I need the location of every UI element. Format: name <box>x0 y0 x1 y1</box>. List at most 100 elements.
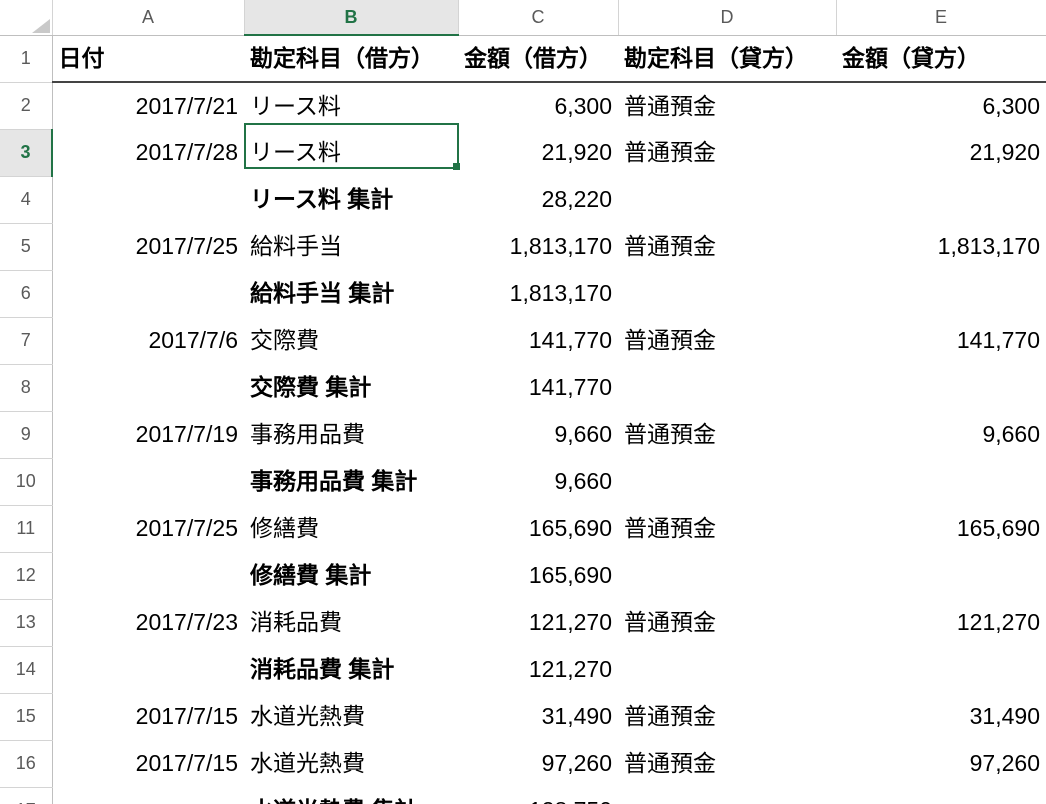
cell-A12[interactable] <box>52 552 244 599</box>
cell-D2[interactable]: 普通預金 <box>618 82 836 129</box>
cell-E2[interactable]: 6,300 <box>836 82 1046 129</box>
col-header-A[interactable]: A <box>52 0 244 35</box>
cell-E1[interactable]: 金額（貸方） <box>836 35 1046 82</box>
cell-B11[interactable]: 修繕費 <box>244 505 458 552</box>
cell-C4[interactable]: 28,220 <box>458 176 618 223</box>
cell-D12[interactable] <box>618 552 836 599</box>
row-header-2[interactable]: 2 <box>0 82 52 129</box>
cell-B6[interactable]: 給料手当 集計 <box>244 270 458 317</box>
cell-A5[interactable]: 2017/7/25 <box>52 223 244 270</box>
cell-E10[interactable] <box>836 458 1046 505</box>
cell-C13[interactable]: 121,270 <box>458 599 618 646</box>
cell-E16[interactable]: 97,260 <box>836 740 1046 787</box>
cell-C12[interactable]: 165,690 <box>458 552 618 599</box>
cell-D11[interactable]: 普通預金 <box>618 505 836 552</box>
cell-E13[interactable]: 121,270 <box>836 599 1046 646</box>
cell-D17[interactable] <box>618 787 836 804</box>
cell-C7[interactable]: 141,770 <box>458 317 618 364</box>
cell-B8[interactable]: 交際費 集計 <box>244 364 458 411</box>
cell-A1[interactable]: 日付 <box>52 35 244 82</box>
cell-A16[interactable]: 2017/7/15 <box>52 740 244 787</box>
cell-B3[interactable]: リース料 <box>244 129 458 176</box>
cell-C17[interactable]: 128,750 <box>458 787 618 804</box>
cell-B7[interactable]: 交際費 <box>244 317 458 364</box>
row-header-11[interactable]: 11 <box>0 505 52 552</box>
cell-A7[interactable]: 2017/7/6 <box>52 317 244 364</box>
cell-E6[interactable] <box>836 270 1046 317</box>
row-header-15[interactable]: 15 <box>0 693 52 740</box>
cell-A15[interactable]: 2017/7/15 <box>52 693 244 740</box>
col-header-E[interactable]: E <box>836 0 1046 35</box>
cell-D1[interactable]: 勘定科目（貸方） <box>618 35 836 82</box>
cell-C10[interactable]: 9,660 <box>458 458 618 505</box>
col-header-C[interactable]: C <box>458 0 618 35</box>
row-header-9[interactable]: 9 <box>0 411 52 458</box>
cell-E4[interactable] <box>836 176 1046 223</box>
cell-E8[interactable] <box>836 364 1046 411</box>
cell-A2[interactable]: 2017/7/21 <box>52 82 244 129</box>
cell-C11[interactable]: 165,690 <box>458 505 618 552</box>
select-all-corner[interactable] <box>0 0 52 35</box>
row-header-13[interactable]: 13 <box>0 599 52 646</box>
cell-C1[interactable]: 金額（借方） <box>458 35 618 82</box>
cell-B12[interactable]: 修繕費 集計 <box>244 552 458 599</box>
cell-D14[interactable] <box>618 646 836 693</box>
row-header-17[interactable]: 17 <box>0 787 52 804</box>
cell-A6[interactable] <box>52 270 244 317</box>
cell-B10[interactable]: 事務用品費 集計 <box>244 458 458 505</box>
cell-D6[interactable] <box>618 270 836 317</box>
row-header-16[interactable]: 16 <box>0 740 52 787</box>
cell-E9[interactable]: 9,660 <box>836 411 1046 458</box>
cell-C3[interactable]: 21,920 <box>458 129 618 176</box>
cell-B5[interactable]: 給料手当 <box>244 223 458 270</box>
row-header-10[interactable]: 10 <box>0 458 52 505</box>
spreadsheet[interactable]: A B C D E 1 日付 勘定科目（借方） 金額（借方） 勘定科目（貸方） … <box>0 0 1046 804</box>
cell-D13[interactable]: 普通預金 <box>618 599 836 646</box>
cell-B17[interactable]: 水道光熱費 集計 <box>244 787 458 804</box>
cell-E11[interactable]: 165,690 <box>836 505 1046 552</box>
cell-B15[interactable]: 水道光熱費 <box>244 693 458 740</box>
cell-B4[interactable]: リース料 集計 <box>244 176 458 223</box>
cell-A10[interactable] <box>52 458 244 505</box>
cell-C6[interactable]: 1,813,170 <box>458 270 618 317</box>
cell-A4[interactable] <box>52 176 244 223</box>
cell-D4[interactable] <box>618 176 836 223</box>
cell-C9[interactable]: 9,660 <box>458 411 618 458</box>
row-header-1[interactable]: 1 <box>0 35 52 82</box>
cell-E7[interactable]: 141,770 <box>836 317 1046 364</box>
cell-C16[interactable]: 97,260 <box>458 740 618 787</box>
row-header-4[interactable]: 4 <box>0 176 52 223</box>
cell-C5[interactable]: 1,813,170 <box>458 223 618 270</box>
row-header-14[interactable]: 14 <box>0 646 52 693</box>
cell-E15[interactable]: 31,490 <box>836 693 1046 740</box>
cell-C8[interactable]: 141,770 <box>458 364 618 411</box>
row-header-8[interactable]: 8 <box>0 364 52 411</box>
col-header-D[interactable]: D <box>618 0 836 35</box>
cell-E5[interactable]: 1,813,170 <box>836 223 1046 270</box>
row-header-3[interactable]: 3 <box>0 129 52 176</box>
row-header-6[interactable]: 6 <box>0 270 52 317</box>
cell-A9[interactable]: 2017/7/19 <box>52 411 244 458</box>
cell-E17[interactable] <box>836 787 1046 804</box>
cell-C2[interactable]: 6,300 <box>458 82 618 129</box>
cell-D5[interactable]: 普通預金 <box>618 223 836 270</box>
cell-A3[interactable]: 2017/7/28 <box>52 129 244 176</box>
cell-A14[interactable] <box>52 646 244 693</box>
cell-B2[interactable]: リース料 <box>244 82 458 129</box>
cell-D7[interactable]: 普通預金 <box>618 317 836 364</box>
cell-D16[interactable]: 普通預金 <box>618 740 836 787</box>
cell-D15[interactable]: 普通預金 <box>618 693 836 740</box>
cell-D9[interactable]: 普通預金 <box>618 411 836 458</box>
cell-E12[interactable] <box>836 552 1046 599</box>
grid-table[interactable]: A B C D E 1 日付 勘定科目（借方） 金額（借方） 勘定科目（貸方） … <box>0 0 1046 804</box>
cell-B14[interactable]: 消耗品費 集計 <box>244 646 458 693</box>
cell-C15[interactable]: 31,490 <box>458 693 618 740</box>
row-header-5[interactable]: 5 <box>0 223 52 270</box>
cell-B16[interactable]: 水道光熱費 <box>244 740 458 787</box>
cell-B1[interactable]: 勘定科目（借方） <box>244 35 458 82</box>
cell-D3[interactable]: 普通預金 <box>618 129 836 176</box>
cell-C14[interactable]: 121,270 <box>458 646 618 693</box>
cell-A13[interactable]: 2017/7/23 <box>52 599 244 646</box>
cell-A11[interactable]: 2017/7/25 <box>52 505 244 552</box>
cell-E3[interactable]: 21,920 <box>836 129 1046 176</box>
